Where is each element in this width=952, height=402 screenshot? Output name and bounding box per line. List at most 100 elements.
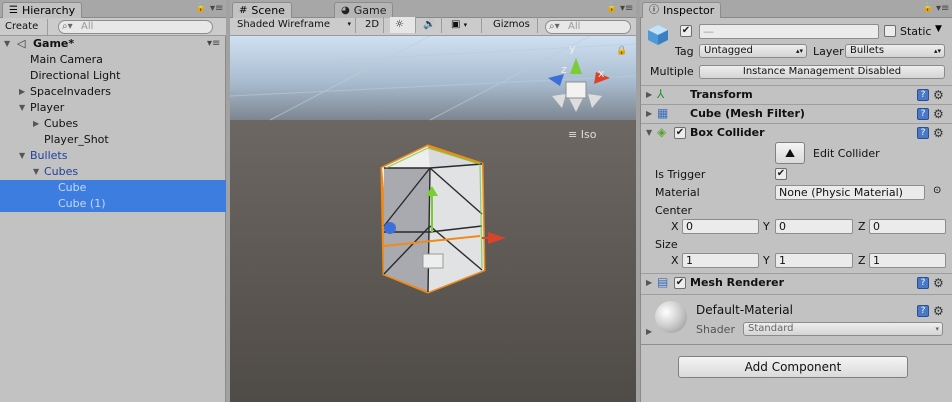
fold-closed-icon[interactable]: ▶ xyxy=(19,84,25,100)
create-button[interactable]: Create ▾ xyxy=(0,19,48,46)
box-collider-enabled-checkbox[interactable]: ✔ xyxy=(674,127,686,139)
list-item-selected[interactable]: Cube (1) xyxy=(0,196,226,212)
unity-scene-icon: ◁ xyxy=(17,37,26,50)
gizmo-label-z: z xyxy=(561,63,567,76)
lock-icon[interactable]: 🔒 xyxy=(195,3,206,13)
component-transform[interactable]: ▶ ⅄ Transform ? ⚙ xyxy=(641,85,952,104)
shading-mode-dropdown[interactable]: Shaded Wireframe ▾ xyxy=(232,17,356,33)
fold-closed-icon[interactable]: ▶ xyxy=(646,278,652,287)
list-item[interactable]: ▶ SpaceInvaders xyxy=(0,84,226,100)
fold-closed-icon[interactable]: ▶ xyxy=(646,90,652,99)
component-mesh-filter[interactable]: ▶ ▦ Cube (Mesh Filter) ? ⚙ xyxy=(641,104,952,123)
toggle-2d-button[interactable]: 2D xyxy=(360,17,384,33)
gear-icon[interactable]: ⚙ xyxy=(933,305,944,317)
fold-open-icon[interactable]: ▼ xyxy=(19,100,25,116)
list-item[interactable]: ▼ Cubes xyxy=(0,164,226,180)
gizmos-dropdown[interactable]: Gizmos ▾ xyxy=(488,17,538,44)
scene-menu-icon[interactable]: ▾≡ xyxy=(207,36,220,52)
panel-menu-icon[interactable]: ▾≡ xyxy=(210,3,223,14)
tab-inspector[interactable]: ⓘ Inspector xyxy=(642,2,722,18)
lock-icon[interactable]: 🔒 xyxy=(616,46,627,56)
multiple-label: Multiple xyxy=(650,65,694,78)
audio-toggle-button[interactable]: 🔊 xyxy=(418,17,442,33)
gear-icon[interactable]: ⚙ xyxy=(933,277,944,289)
add-component-button[interactable]: Add Component xyxy=(678,356,908,378)
effects-dropdown[interactable]: ▣ ▾ xyxy=(446,17,482,33)
object-picker-icon[interactable]: ⊙ xyxy=(933,185,941,196)
component-mesh-renderer[interactable]: ▶ ▤ ✔ Mesh Renderer ? ⚙ xyxy=(641,273,952,292)
image-icon: ▣ xyxy=(451,19,461,30)
scene-search-input[interactable]: ⌕▾ All xyxy=(545,20,631,34)
physic-material-field[interactable]: None (Physic Material) xyxy=(775,185,925,200)
list-item[interactable]: ▼ Player xyxy=(0,100,226,116)
help-icon[interactable]: ? xyxy=(917,127,929,139)
fold-open-icon[interactable]: ▼ xyxy=(19,148,25,164)
layer-dropdown[interactable]: Bullets ▴▾ xyxy=(845,44,945,58)
size-y-field[interactable]: 1 xyxy=(775,253,853,268)
list-item-selected[interactable]: Cube xyxy=(0,180,226,196)
size-y-label: Y xyxy=(763,254,770,267)
help-icon[interactable]: ? xyxy=(917,305,929,317)
help-icon[interactable]: ? xyxy=(917,277,929,289)
lighting-toggle-button[interactable]: ☼ xyxy=(390,17,416,33)
size-z-field[interactable]: 1 xyxy=(869,253,946,268)
tag-dropdown[interactable]: Untagged ▴▾ xyxy=(699,44,807,58)
object-name-field[interactable]: — xyxy=(699,24,879,39)
list-icon: ☰ xyxy=(9,5,18,16)
scene-root-row[interactable]: ▼ ◁ Game* ▾≡ xyxy=(0,36,226,52)
gear-icon[interactable]: ⚙ xyxy=(933,127,944,139)
is-trigger-checkbox[interactable]: ✔ xyxy=(775,168,787,180)
lock-icon[interactable]: 🔒 xyxy=(606,3,617,13)
edit-collider-button[interactable]: ⛰ xyxy=(775,142,805,164)
instance-management-button[interactable]: Instance Management Disabled xyxy=(699,65,945,79)
help-icon[interactable]: ? xyxy=(917,108,929,120)
shader-dropdown[interactable]: Standard ▾ xyxy=(743,322,943,336)
hierarchy-search-input[interactable]: ⌕▾ All xyxy=(58,20,213,34)
tag-label: Tag xyxy=(675,45,694,58)
scene-grid-icon: # xyxy=(239,5,248,16)
gear-icon[interactable]: ⚙ xyxy=(933,108,944,120)
list-item[interactable]: Player_Shot xyxy=(0,132,226,148)
tab-scene[interactable]: # Scene xyxy=(232,2,292,18)
list-item[interactable]: Main Camera xyxy=(0,52,226,68)
speaker-icon: 🔊 xyxy=(423,19,436,30)
active-checkbox[interactable]: ✔ xyxy=(680,25,692,37)
gizmo-label-y: y xyxy=(569,42,576,55)
lock-icon[interactable]: 🔒 xyxy=(922,3,933,13)
tab-hierarchy[interactable]: ☰ Hierarchy xyxy=(2,2,83,18)
panel-menu-icon[interactable]: ▾≡ xyxy=(936,3,949,14)
size-x-field[interactable]: 1 xyxy=(682,253,759,268)
static-checkbox[interactable] xyxy=(884,25,896,37)
fold-closed-icon[interactable]: ▶ xyxy=(646,327,652,336)
projection-toggle[interactable]: ≡ Iso xyxy=(568,128,596,141)
fold-closed-icon[interactable]: ▶ xyxy=(33,116,39,132)
tab-game[interactable]: ◕ Game xyxy=(334,2,394,18)
center-x-field[interactable]: 0 xyxy=(682,219,759,234)
inspector-panel: ✔ — Static ▼ Tag Untagged ▴▾ Layer Bullet… xyxy=(640,18,952,402)
divider xyxy=(641,344,952,345)
scene-render xyxy=(230,36,636,402)
layer-label: Layer xyxy=(813,45,844,58)
material-label: Material xyxy=(655,186,700,199)
mesh-renderer-enabled-checkbox[interactable]: ✔ xyxy=(674,277,686,289)
list-item[interactable]: ▶ Cubes xyxy=(0,116,226,132)
gear-icon[interactable]: ⚙ xyxy=(933,89,944,101)
panel-menu-icon[interactable]: ▾≡ xyxy=(620,3,633,14)
center-z-field[interactable]: 0 xyxy=(869,219,946,234)
help-icon[interactable]: ? xyxy=(917,89,929,101)
cube-object-icon xyxy=(647,24,669,46)
scene-viewport[interactable]: y z x 🔒 ≡ Iso xyxy=(230,36,636,402)
info-icon: ⓘ xyxy=(649,5,659,16)
component-box-collider[interactable]: ▼ ◈ ✔ Box Collider ? ⚙ xyxy=(641,123,952,142)
shader-label: Shader xyxy=(696,323,735,336)
fold-closed-icon[interactable]: ▶ xyxy=(646,109,652,118)
fold-open-icon[interactable]: ▼ xyxy=(33,164,39,180)
fold-open-icon[interactable]: ▼ xyxy=(646,128,652,137)
static-dropdown-arrow-icon[interactable]: ▼ xyxy=(935,24,942,34)
list-item[interactable]: Directional Light xyxy=(0,68,226,84)
size-z-label: Z xyxy=(858,254,866,267)
center-y-field[interactable]: 0 xyxy=(775,219,853,234)
scene-name: Game* xyxy=(33,37,75,50)
list-item[interactable]: ▼ Bullets xyxy=(0,148,226,164)
sun-icon: ☼ xyxy=(395,19,404,30)
